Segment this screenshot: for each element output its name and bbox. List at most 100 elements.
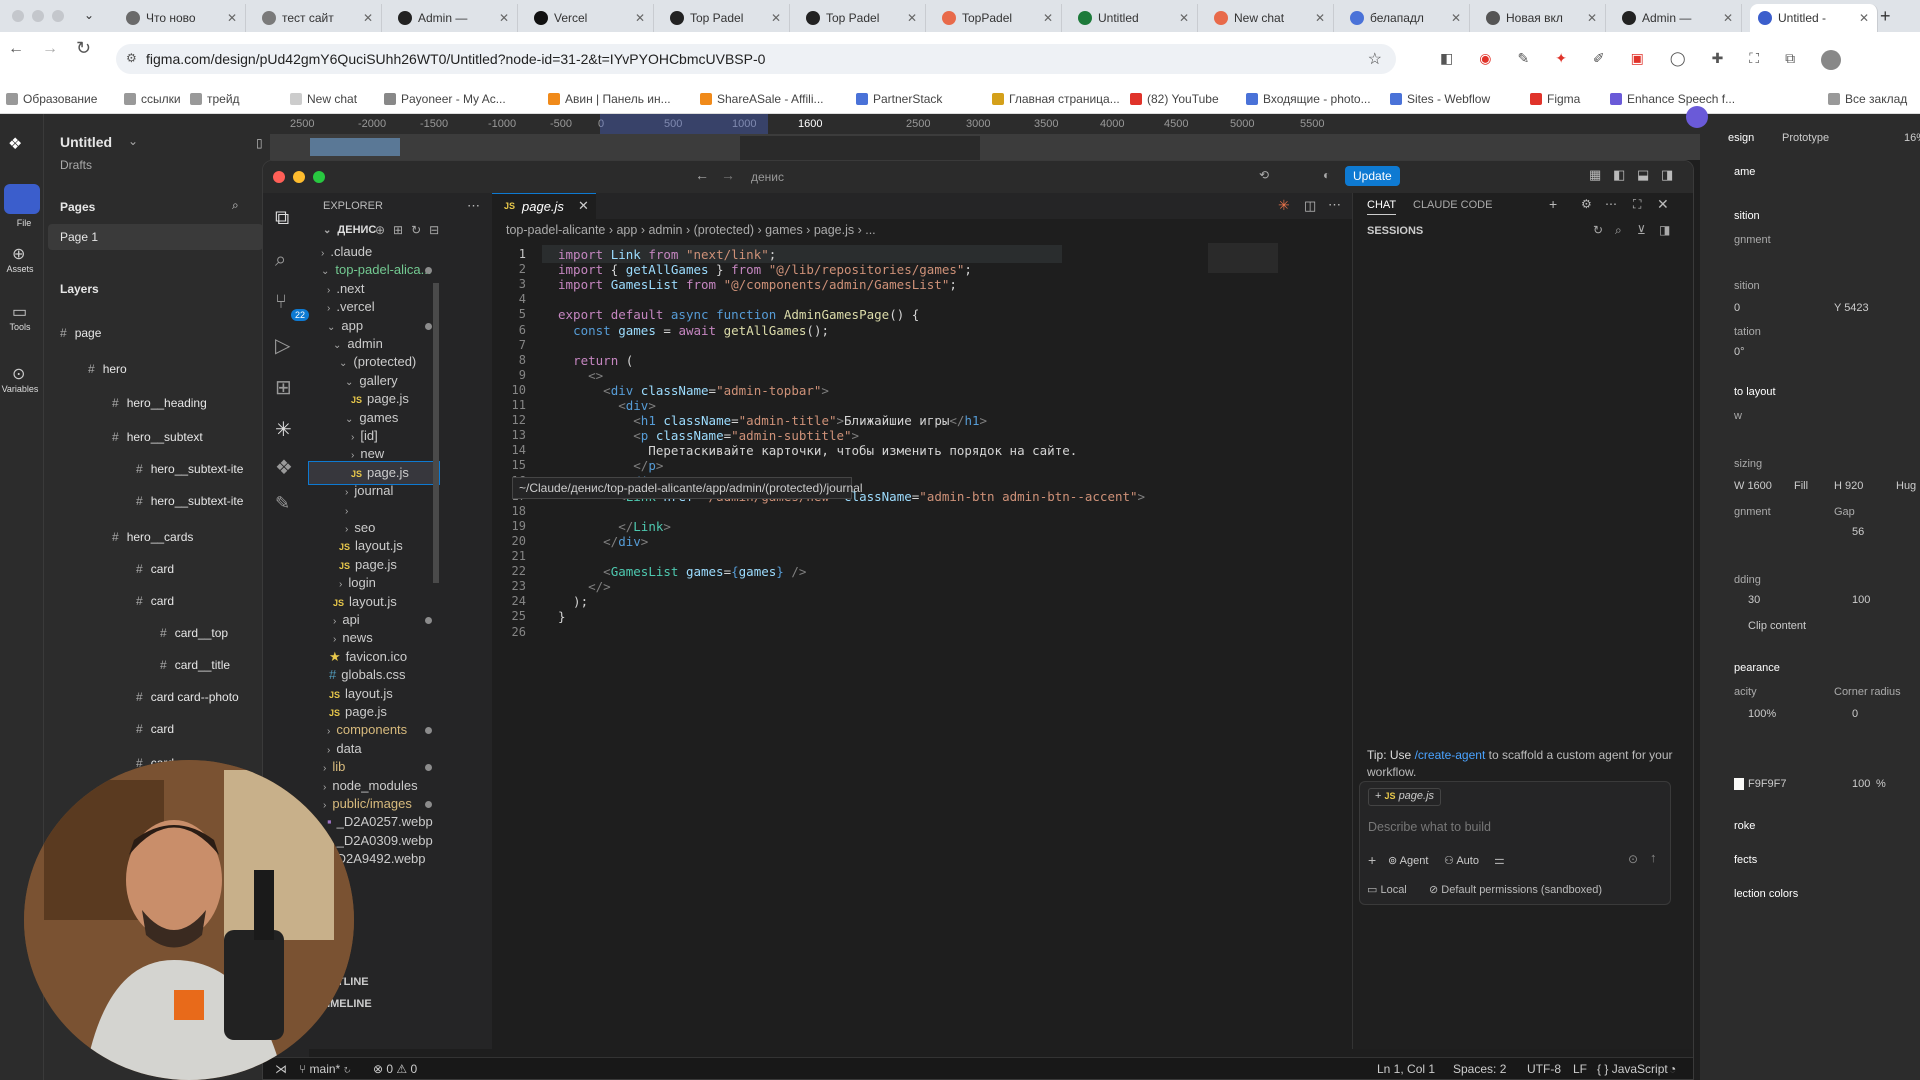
close-tab-icon[interactable]: ✕ bbox=[635, 11, 645, 25]
browser-tab[interactable]: Top Padel ✕ bbox=[798, 4, 926, 32]
appearance-heading[interactable]: pearance bbox=[1734, 662, 1780, 674]
close-tab-icon[interactable]: ✕ bbox=[1723, 11, 1733, 25]
assets-icon[interactable]: ⊕ bbox=[12, 244, 25, 264]
extension-icon[interactable]: ◉ bbox=[1479, 50, 1491, 70]
width-mode[interactable]: Fill bbox=[1794, 480, 1808, 492]
chevron-down-icon[interactable]: ⌄ bbox=[128, 134, 138, 148]
autolayout-heading[interactable]: to layout bbox=[1734, 386, 1776, 398]
opacity-label[interactable]: acity bbox=[1734, 686, 1757, 698]
close-tab-icon[interactable]: ✕ bbox=[1315, 11, 1325, 25]
fill-percent[interactable]: % bbox=[1876, 778, 1886, 790]
command-center-search[interactable]: денис bbox=[743, 166, 1083, 188]
padding-label[interactable]: dding bbox=[1734, 574, 1761, 586]
language-mode[interactable]: { } JavaScript bbox=[1597, 1062, 1668, 1076]
code-line[interactable]: import GamesList from "@/components/admi… bbox=[558, 277, 957, 292]
layer-item[interactable]: # hero__subtext-ite bbox=[136, 494, 243, 508]
code-line[interactable]: <div> bbox=[558, 398, 656, 413]
bookmark-item[interactable]: ссылки bbox=[124, 92, 181, 106]
close-tab-icon[interactable]: ✕ bbox=[578, 198, 589, 214]
bookmark-item[interactable]: Главная страница... bbox=[992, 92, 1120, 106]
sync-icon[interactable]: ⟲ bbox=[1259, 168, 1269, 182]
extension-icon[interactable]: ✎ bbox=[1517, 50, 1529, 70]
extension-icon[interactable]: ◯ bbox=[1670, 50, 1686, 70]
bookmark-item[interactable]: Образование bbox=[6, 92, 97, 106]
stroke-heading[interactable]: roke bbox=[1734, 820, 1755, 832]
more-icon[interactable]: ⋯ bbox=[467, 195, 480, 217]
height-value[interactable]: H 920 bbox=[1834, 480, 1863, 492]
bookmark-item[interactable]: трейд bbox=[190, 92, 240, 106]
figma-file-title[interactable]: Untitled bbox=[60, 134, 112, 150]
tab-search-chevron-icon[interactable]: ⌄ bbox=[84, 8, 94, 22]
corner-radius-label[interactable]: Corner radius bbox=[1834, 686, 1901, 698]
bookmark-item[interactable]: PartnerStack bbox=[856, 92, 942, 106]
browser-tab[interactable]: Vercel ✕ bbox=[526, 4, 654, 32]
figma-logo-icon[interactable]: ❖ bbox=[8, 134, 30, 156]
more-actions-icon[interactable]: ⋯ bbox=[1328, 197, 1341, 213]
indentation[interactable]: Spaces: 2 bbox=[1453, 1062, 1506, 1076]
breadcrumb-item[interactable]: top-padel-alicante bbox=[506, 223, 605, 237]
breadcrumb-item[interactable]: page.js bbox=[814, 223, 854, 237]
page-item[interactable]: Page 1 bbox=[60, 230, 98, 244]
code-line[interactable]: </div> bbox=[558, 534, 648, 549]
code-line[interactable]: ); bbox=[558, 594, 588, 609]
tab-prototype[interactable]: Prototype bbox=[1782, 132, 1829, 144]
position-heading[interactable]: sition bbox=[1734, 210, 1760, 222]
code-line[interactable]: import { getAllGames } from "@/lib/repos… bbox=[558, 262, 972, 277]
code-line[interactable]: const games = await getAllGames(); bbox=[558, 323, 829, 338]
tools-icon[interactable]: ▭ bbox=[12, 302, 27, 322]
code-line[interactable]: <p className="admin-subtitle"> bbox=[558, 428, 859, 443]
frame-type[interactable]: ame bbox=[1734, 166, 1755, 178]
bookmark-item[interactable]: Sites - Webflow bbox=[1390, 92, 1490, 106]
bookmark-item[interactable]: New chat bbox=[290, 92, 357, 106]
source-control-icon[interactable]: ⑂ bbox=[275, 291, 287, 314]
extension-icon[interactable]: ▣ bbox=[1631, 50, 1644, 70]
width-value[interactable]: W 1600 bbox=[1734, 480, 1772, 492]
remote-icon[interactable]: ⋊ bbox=[275, 1062, 287, 1076]
bookmark-item[interactable]: ShareASale - Affili... bbox=[700, 92, 824, 106]
layer-item[interactable]: # hero__cards bbox=[112, 530, 193, 544]
code-line[interactable]: Перетаскивайте карточки, чтобы изменить … bbox=[558, 443, 1077, 458]
figma-drafts[interactable]: Drafts bbox=[60, 158, 92, 172]
chat-tab[interactable]: CHAT bbox=[1367, 199, 1397, 215]
forward-icon[interactable]: → bbox=[42, 40, 58, 58]
send-icon[interactable]: ↑ bbox=[1650, 850, 1657, 865]
browser-tab[interactable]: Top Padel ✕ bbox=[662, 4, 790, 32]
fill-swatch[interactable] bbox=[1734, 778, 1744, 790]
profile-avatar[interactable] bbox=[1821, 50, 1842, 70]
bookmark-item[interactable]: Figma bbox=[1530, 92, 1580, 106]
bookmark-item[interactable]: Входящие - photo... bbox=[1246, 92, 1371, 106]
filter-icon[interactable]: ⊻ bbox=[1637, 223, 1646, 237]
tool-icon[interactable]: ✎ bbox=[275, 493, 290, 514]
nav-forward-icon[interactable]: → bbox=[721, 167, 735, 183]
split-editor-icon[interactable]: ◫ bbox=[1304, 198, 1316, 214]
sidebar-toggle-icon[interactable]: ▯ bbox=[256, 136, 270, 150]
minimize-window-icon[interactable] bbox=[293, 171, 305, 183]
search-icon[interactable]: ⌕ bbox=[232, 198, 239, 213]
add-context-icon[interactable]: + bbox=[1368, 852, 1376, 868]
position-label[interactable]: sition bbox=[1734, 280, 1760, 292]
code-line[interactable]: </Link> bbox=[558, 519, 671, 534]
radius-value[interactable]: 0 bbox=[1852, 708, 1858, 720]
layer-item[interactable]: # hero__heading bbox=[112, 396, 207, 410]
layer-item[interactable]: # hero__subtext-ite bbox=[136, 462, 243, 476]
minimap[interactable] bbox=[1208, 243, 1278, 273]
padding-value[interactable]: 100 bbox=[1852, 594, 1870, 606]
code-line[interactable]: <h1 className="admin-title">Ближайшие иг… bbox=[558, 413, 987, 428]
new-chat-plus-icon[interactable]: + bbox=[1549, 196, 1557, 212]
code-line[interactable]: </> bbox=[558, 579, 611, 594]
run-debug-icon[interactable]: ▷ bbox=[275, 333, 290, 358]
attach-icon[interactable]: ⊙ bbox=[1628, 852, 1638, 866]
bookmark-item[interactable]: Payoneer - My Ac... bbox=[384, 92, 506, 106]
extension-icon[interactable]: ◧ bbox=[1440, 50, 1453, 70]
nav-back-icon[interactable]: ← bbox=[695, 167, 709, 183]
alignment-label[interactable]: gnment bbox=[1734, 506, 1771, 518]
browser-tab[interactable]: Untitled - ✕ bbox=[1750, 4, 1878, 32]
encoding[interactable]: UTF-8 bbox=[1527, 1062, 1561, 1076]
clip-content-label[interactable]: Clip content bbox=[1748, 620, 1806, 632]
more-icon[interactable]: ⋯ bbox=[1605, 197, 1617, 211]
toggle-sidebar-icon[interactable]: ◧ bbox=[1613, 167, 1625, 183]
gap-value[interactable]: 56 bbox=[1852, 526, 1864, 538]
effects-heading[interactable]: fects bbox=[1734, 854, 1757, 866]
claude-code-tab[interactable]: CLAUDE CODE bbox=[1413, 199, 1492, 211]
height-mode[interactable]: Hug bbox=[1896, 480, 1916, 492]
